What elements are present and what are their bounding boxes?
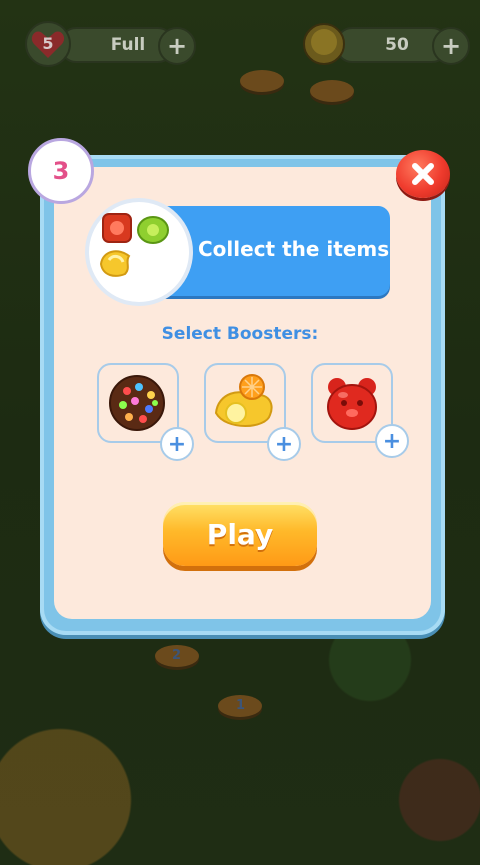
map-level-node <box>310 80 354 102</box>
map-level-node-label: 2 <box>172 648 182 663</box>
goal-items-icon <box>99 213 169 277</box>
goal-text: Collect the items <box>198 237 390 261</box>
level-number-badge: 3 <box>28 138 94 204</box>
goal-items-circle <box>85 198 193 306</box>
lives-status-text: Full <box>110 35 146 55</box>
add-lives-button[interactable]: + <box>158 27 196 65</box>
close-button[interactable] <box>396 150 450 198</box>
play-button[interactable]: Play <box>163 502 317 566</box>
map-level-node <box>240 70 284 92</box>
coins-count: 50 <box>385 35 409 55</box>
coin-icon <box>303 23 345 65</box>
close-icon <box>412 163 434 185</box>
add-booster-button[interactable]: + <box>160 427 194 461</box>
lives-status-pill: Full <box>60 27 174 63</box>
map-level-node-label: 1 <box>236 698 246 713</box>
add-booster-button[interactable]: + <box>375 424 409 458</box>
add-coins-button[interactable]: + <box>432 27 470 65</box>
select-boosters-label: Select Boosters: <box>161 324 319 344</box>
add-booster-button[interactable]: + <box>267 427 301 461</box>
lemon-candy-icon <box>214 374 273 427</box>
lives-count: 5 <box>42 34 54 53</box>
chocolate-candy-icon <box>109 375 165 431</box>
